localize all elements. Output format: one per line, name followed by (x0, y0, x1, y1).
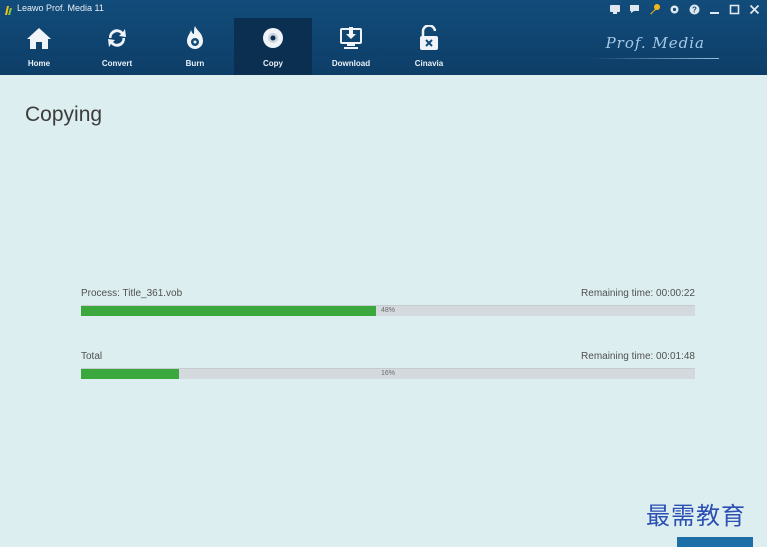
download-icon (312, 25, 390, 51)
window-controls: ? (608, 0, 761, 18)
brand-underline (589, 58, 719, 59)
key-icon[interactable] (648, 3, 661, 16)
nav-label: Cinavia (414, 59, 444, 68)
nav-label: Copy (263, 59, 283, 68)
nav-label: Convert (101, 59, 133, 68)
burn-icon (156, 25, 234, 51)
nav-home[interactable]: Home (0, 18, 78, 75)
help-icon[interactable]: ? (688, 3, 701, 16)
disc-icon (234, 25, 312, 51)
process-label: Process: Title_361.vob (81, 288, 183, 299)
nav-burn[interactable]: Burn (156, 18, 234, 75)
total-remaining-time: Remaining time: 00:01:48 (581, 351, 695, 362)
app-title: Leawo Prof. Media 11 (17, 3, 104, 13)
title-bar: Leawo Prof. Media 11 ? (0, 0, 767, 18)
nav-convert[interactable]: Convert (78, 18, 156, 75)
process-progress-bar: 48% (81, 305, 695, 316)
svg-text:?: ? (692, 5, 697, 14)
total-label: Total (81, 351, 103, 362)
minimize-icon[interactable] (708, 3, 721, 16)
home-icon (0, 25, 78, 51)
monitor-icon[interactable] (608, 3, 621, 16)
process-percent: 48% (380, 307, 395, 314)
nav-label: Download (331, 59, 371, 68)
top-bar: Leawo Prof. Media 11 ? Home Convert Burn… (0, 0, 767, 75)
cancel-button[interactable] (677, 537, 753, 547)
unlock-icon (390, 25, 468, 51)
nav-label: Burn (185, 59, 205, 68)
main-nav: Home Convert Burn Copy Download Cinavia (0, 18, 468, 75)
watermark: 最需教育 (646, 502, 746, 530)
app-logo-icon (4, 3, 14, 15)
nav-cinavia[interactable]: Cinavia (390, 18, 468, 75)
nav-label: Home (27, 59, 51, 68)
convert-icon (78, 25, 156, 51)
chat-icon[interactable] (628, 3, 641, 16)
nav-copy[interactable]: Copy (234, 18, 312, 75)
total-percent: 16% (380, 370, 395, 377)
page-title: Copying (25, 103, 103, 126)
close-icon[interactable] (748, 3, 761, 16)
brand-logo: Prof. Media (605, 34, 705, 52)
process-remaining-time: Remaining time: 00:00:22 (581, 288, 695, 299)
nav-download[interactable]: Download (312, 18, 390, 75)
gear-icon[interactable] (668, 3, 681, 16)
maximize-icon[interactable] (728, 3, 741, 16)
total-progress-bar: 16% (81, 368, 695, 379)
